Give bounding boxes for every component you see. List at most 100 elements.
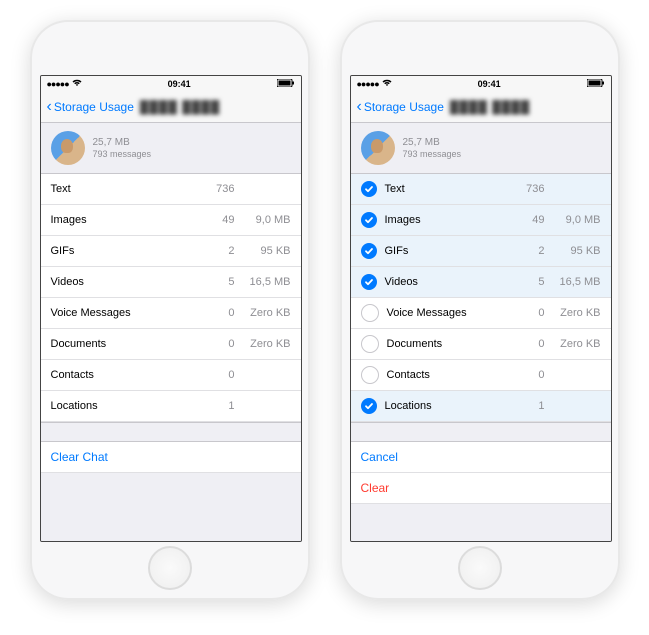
category-count: 736	[505, 183, 545, 195]
back-label[interactable]: Storage Usage	[364, 100, 444, 114]
category-row[interactable]: Images499,0 MB	[351, 205, 611, 236]
category-label: GIFs	[385, 245, 505, 257]
category-bytes: 9,0 MB	[545, 214, 601, 226]
back-label[interactable]: Storage Usage	[54, 100, 134, 114]
category-label: Contacts	[51, 369, 195, 381]
category-label: GIFs	[51, 245, 195, 257]
category-count: 0	[195, 338, 235, 350]
back-chevron-icon[interactable]: ‹	[47, 99, 52, 115]
chat-summary: 25,7 MB 793 messages	[351, 123, 611, 174]
category-label: Text	[51, 183, 195, 195]
category-count: 5	[195, 276, 235, 288]
category-row: Images499,0 MB	[41, 205, 301, 236]
category-bytes: Zero KB	[545, 307, 601, 319]
home-button[interactable]	[458, 546, 502, 590]
contact-name: ████ ████	[450, 100, 530, 114]
nav-bar: ‹ Storage Usage ████ ████	[41, 92, 301, 123]
category-row[interactable]: Documents0Zero KB	[351, 329, 611, 360]
checkmark-on-icon[interactable]	[361, 243, 377, 259]
category-bytes: Zero KB	[235, 338, 291, 350]
category-count: 5	[505, 276, 545, 288]
signal-dots-icon: ●●●●●	[357, 79, 379, 89]
category-label: Text	[385, 183, 505, 195]
back-chevron-icon[interactable]: ‹	[357, 99, 362, 115]
section-spacer	[351, 422, 611, 442]
category-label: Documents	[51, 338, 195, 350]
category-row[interactable]: Locations1	[351, 391, 611, 422]
category-count: 2	[195, 245, 235, 257]
category-row: Voice Messages0Zero KB	[41, 298, 301, 329]
category-bytes: Zero KB	[545, 338, 601, 350]
category-row[interactable]: Videos516,5 MB	[351, 267, 611, 298]
battery-icon	[587, 79, 605, 89]
wifi-icon	[382, 79, 392, 89]
home-button[interactable]	[148, 546, 192, 590]
summary-messages: 793 messages	[93, 149, 152, 160]
wifi-icon	[72, 79, 82, 89]
nav-bar: ‹ Storage Usage ████ ████	[351, 92, 611, 123]
category-count: 0	[505, 338, 545, 350]
category-count: 0	[505, 307, 545, 319]
summary-size: 25,7 MB	[403, 137, 462, 149]
status-bar: ●●●●● 09:41	[41, 76, 301, 92]
category-count: 2	[505, 245, 545, 257]
category-row: Contacts0	[41, 360, 301, 391]
checkmark-off-icon[interactable]	[361, 304, 379, 322]
clear-button[interactable]: Clear	[351, 473, 611, 504]
checkmark-on-icon[interactable]	[361, 274, 377, 290]
category-row[interactable]: Text736	[351, 174, 611, 205]
clear-chat-button[interactable]: Clear Chat	[41, 442, 301, 473]
category-row[interactable]: Voice Messages0Zero KB	[351, 298, 611, 329]
category-label: Images	[51, 214, 195, 226]
category-count: 1	[505, 400, 545, 412]
status-time: 09:41	[168, 79, 191, 89]
category-label: Videos	[385, 276, 505, 288]
avatar	[361, 131, 395, 165]
section-spacer	[41, 422, 301, 442]
category-label: Locations	[51, 400, 195, 412]
checkmark-off-icon[interactable]	[361, 335, 379, 353]
summary-size: 25,7 MB	[93, 137, 152, 149]
category-row[interactable]: GIFs295 KB	[351, 236, 611, 267]
category-count: 49	[505, 214, 545, 226]
category-label: Voice Messages	[387, 307, 505, 319]
category-row: Documents0Zero KB	[41, 329, 301, 360]
category-bytes: 95 KB	[545, 245, 601, 257]
category-label: Locations	[385, 400, 505, 412]
category-count: 0	[195, 307, 235, 319]
category-label: Voice Messages	[51, 307, 195, 319]
category-list: Text736Images499,0 MBGIFs295 KBVideos516…	[41, 174, 301, 422]
category-count: 0	[195, 369, 235, 381]
category-row[interactable]: Contacts0	[351, 360, 611, 391]
category-row: Locations1	[41, 391, 301, 422]
avatar	[51, 131, 85, 165]
battery-icon	[277, 79, 295, 89]
checkmark-on-icon[interactable]	[361, 398, 377, 414]
category-count: 1	[195, 400, 235, 412]
checkmark-on-icon[interactable]	[361, 181, 377, 197]
checkmark-off-icon[interactable]	[361, 366, 379, 384]
contact-name: ████ ████	[140, 100, 220, 114]
checkmark-on-icon[interactable]	[361, 212, 377, 228]
category-label: Videos	[51, 276, 195, 288]
category-count: 736	[195, 183, 235, 195]
signal-dots-icon: ●●●●●	[47, 79, 69, 89]
category-row: Text736	[41, 174, 301, 205]
category-label: Documents	[387, 338, 505, 350]
category-label: Images	[385, 214, 505, 226]
category-label: Contacts	[387, 369, 505, 381]
category-bytes: 16,5 MB	[235, 276, 291, 288]
category-count: 49	[195, 214, 235, 226]
status-bar: ●●●●● 09:41	[351, 76, 611, 92]
category-row: Videos516,5 MB	[41, 267, 301, 298]
category-bytes: 9,0 MB	[235, 214, 291, 226]
status-time: 09:41	[478, 79, 501, 89]
summary-messages: 793 messages	[403, 149, 462, 160]
category-row: GIFs295 KB	[41, 236, 301, 267]
cancel-button[interactable]: Cancel	[351, 442, 611, 473]
category-bytes: 95 KB	[235, 245, 291, 257]
category-bytes: Zero KB	[235, 307, 291, 319]
category-list: Text736Images499,0 MBGIFs295 KBVideos516…	[351, 174, 611, 422]
category-count: 0	[505, 369, 545, 381]
chat-summary: 25,7 MB 793 messages	[41, 123, 301, 174]
